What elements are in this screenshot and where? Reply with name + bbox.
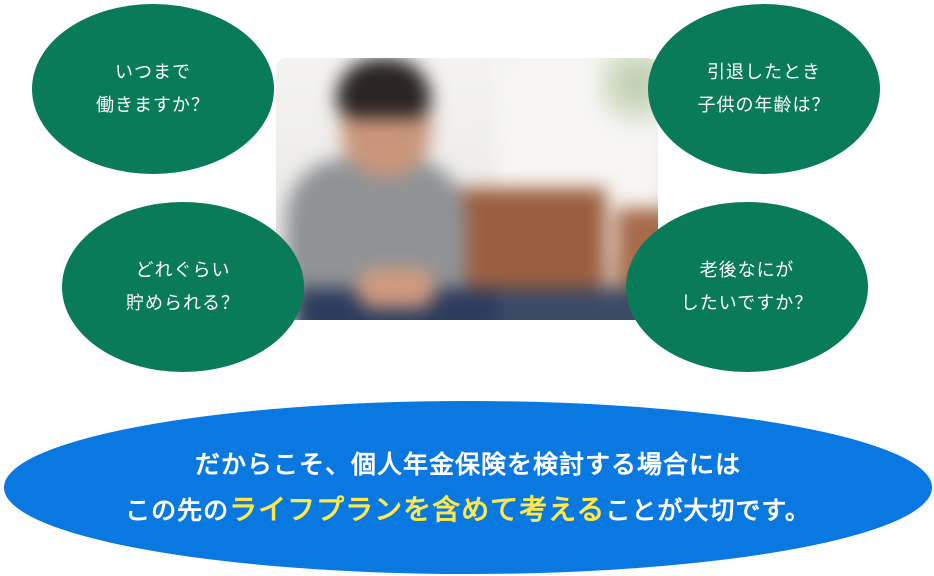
photo-blur xyxy=(276,58,658,320)
bubble-line1: どれぐらい xyxy=(135,260,231,281)
photo-person-hair xyxy=(336,58,431,118)
question-bubble-child-age: 引退したとき 子供の年齢は？ xyxy=(648,4,880,174)
question-bubble-savings: どれぐらい 貯められる？ xyxy=(62,202,304,372)
banner-line2-suffix: ことが大切です。 xyxy=(605,496,811,525)
bubble-line1: 引退したとき xyxy=(707,62,821,83)
bubble-line1: いつまで xyxy=(115,62,191,83)
bubble-line2: したいですか？ xyxy=(680,293,814,314)
conclusion-banner: だからこそ、個人年金保険を検討する場合には この先のライフプランを含めて考えるこ… xyxy=(4,401,932,574)
photo-person-hands xyxy=(356,268,436,308)
banner-line1: だからこそ、個人年金保険を検討する場合には xyxy=(194,450,741,479)
question-bubble-work: いつまで 働きますか？ xyxy=(32,4,274,174)
bubble-line2: 子供の年齢は？ xyxy=(697,95,831,116)
bubble-line2: 働きますか？ xyxy=(96,95,210,116)
banner-line2-prefix: この先の xyxy=(125,496,230,525)
bubble-line2: 貯められる？ xyxy=(126,293,240,314)
bubble-line1: 老後なにが xyxy=(699,260,795,281)
person-photo xyxy=(276,58,658,320)
question-bubble-retirement-plans: 老後なにが したいですか？ xyxy=(626,202,868,372)
banner-line2: この先のライフプランを含めて考えることが大切です。 xyxy=(125,487,811,533)
banner-highlight: ライフプランを含めて考える xyxy=(229,493,606,526)
